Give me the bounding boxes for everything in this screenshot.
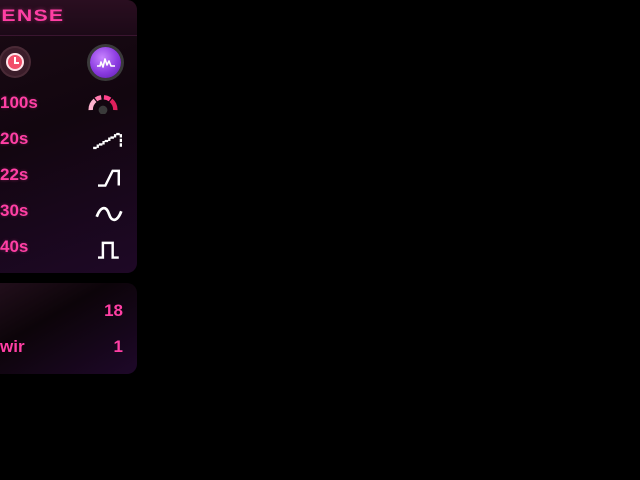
row-value-5: 40s	[0, 237, 29, 256]
waveform-button[interactable]	[90, 47, 121, 78]
sine-wave-icon	[95, 206, 123, 222]
stats-panel: 18 wir 1	[0, 283, 137, 374]
panel-header: VENSE	[0, 0, 137, 36]
row-value-4: 30s	[0, 201, 29, 220]
brand-title: VENSE	[0, 6, 65, 25]
stat-value-1: 18	[104, 301, 123, 320]
staircase-icon	[93, 132, 122, 150]
gauge-icon	[88, 95, 118, 114]
ramp-step-icon	[98, 169, 120, 187]
square-pulse-icon	[98, 241, 119, 259]
stat-value-2: 1	[113, 337, 123, 356]
row-value-1: 100s	[0, 93, 38, 112]
clock-icon	[1, 48, 29, 76]
waveform-icon	[96, 57, 115, 68]
row-value-3: 22s	[0, 165, 29, 184]
row-value-2: 20s	[0, 129, 29, 148]
stat-label-2: wir	[0, 337, 25, 356]
settings-panel: VENSE 100s 20s 22s 30s 40s	[0, 0, 137, 273]
